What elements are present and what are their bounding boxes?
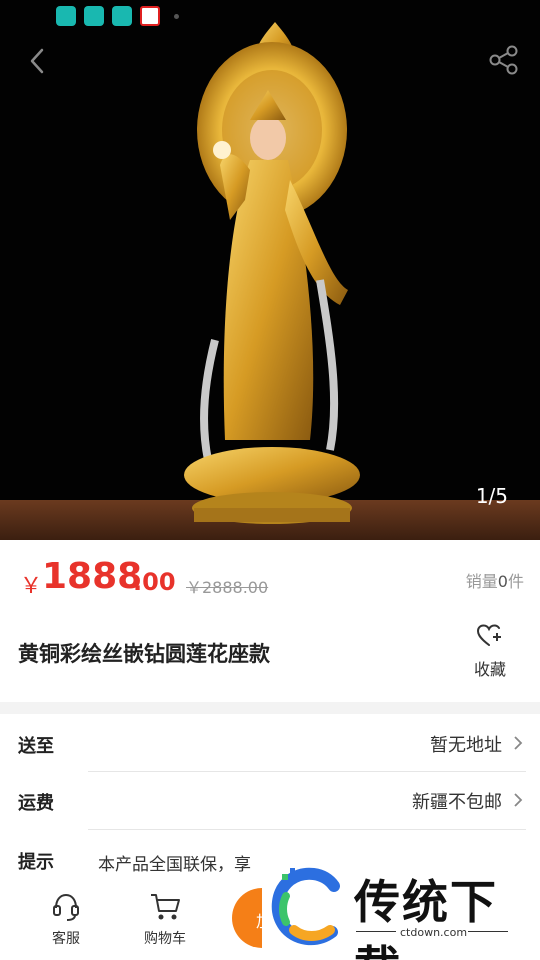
status-bar-notifications [56, 6, 179, 26]
row-divider [88, 771, 526, 772]
favorite-label: 收藏 [473, 660, 506, 679]
sales-suffix: 件 [507, 572, 524, 591]
cart-button[interactable]: 购物车 [130, 892, 200, 948]
shipping-fee-label: 运费 [18, 793, 54, 814]
original-price: ￥2888.00 [186, 578, 269, 597]
product-image-gallery[interactable]: 1/5 [0, 0, 540, 540]
app-notification-icon [140, 6, 160, 26]
sales-prefix: 销量 [465, 572, 498, 591]
shipping-fee-value[interactable]: 新疆不包邮 [412, 788, 502, 814]
watermark-logo: 传统下载 ctdown.com [262, 860, 540, 960]
ctdown-logo-icon [271, 867, 340, 946]
currency-symbol: ￥ [20, 574, 43, 599]
app-notification-icon [56, 6, 76, 26]
tips-value: 本产品全国联保，享 [98, 855, 251, 875]
sales-number: 0 [497, 572, 508, 591]
customer-service-label: 客服 [52, 931, 80, 947]
share-icon[interactable] [488, 44, 520, 76]
row-divider [88, 829, 526, 830]
price-integer: 1888 [42, 556, 143, 597]
chevron-right-icon[interactable] [512, 792, 524, 808]
watermark-brand: 传统下载 [354, 875, 498, 960]
back-icon[interactable] [22, 44, 52, 78]
sales-count: 销量0件 [466, 568, 524, 592]
heart-plus-icon [476, 624, 501, 646]
cart-label: 购物车 [144, 931, 186, 947]
product-title: 黄铜彩绘丝嵌钻圆莲花座款 [18, 642, 270, 666]
cart-icon [151, 894, 180, 920]
chevron-right-icon[interactable] [512, 735, 524, 751]
favorite-button[interactable]: 收藏 [466, 624, 514, 680]
guanyin-statue-image [184, 22, 360, 524]
price-decimal: .00 [133, 568, 176, 596]
more-notifications-icon [174, 13, 179, 19]
watermark-line [356, 931, 396, 932]
headset-icon [53, 893, 79, 921]
app-notification-icon [84, 6, 104, 26]
image-counter: 1/5 [475, 484, 508, 508]
address-value[interactable]: 暂无地址 [430, 731, 502, 757]
customer-service-button[interactable]: 客服 [31, 892, 101, 948]
watermark-url: ctdown.com [400, 926, 468, 939]
tips-label: 提示 [18, 852, 54, 873]
section-divider [0, 702, 540, 714]
app-notification-icon [112, 6, 132, 26]
watermark-line [468, 931, 508, 932]
ship-to-label: 送至 [18, 736, 54, 757]
